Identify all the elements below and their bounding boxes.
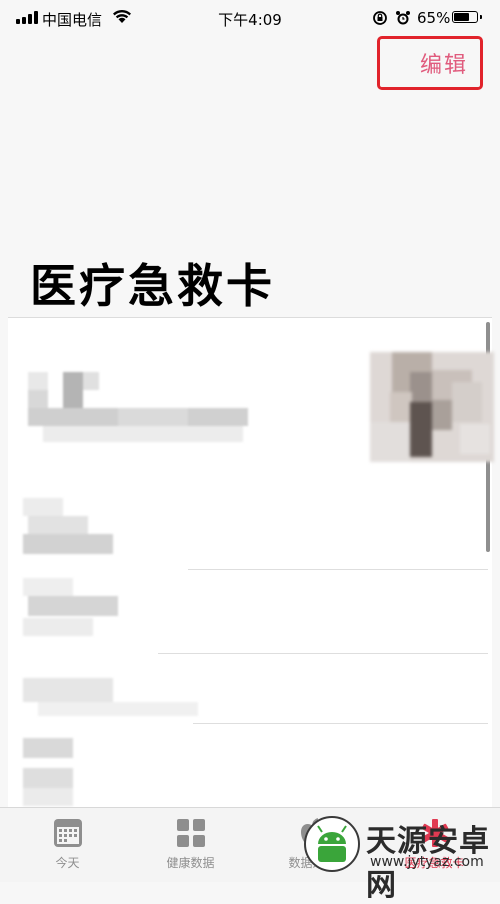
rotation-lock-icon xyxy=(373,11,387,25)
calendar-icon xyxy=(53,819,82,847)
alarm-icon xyxy=(396,11,410,25)
medical-id-card[interactable] xyxy=(8,317,494,808)
obscured-field xyxy=(18,498,198,568)
site-watermark: 天源安卓网 www.jytyaz.com xyxy=(300,810,500,903)
obscured-field xyxy=(18,668,198,728)
page-title: 医疗急救卡 xyxy=(30,259,275,313)
status-bar: 中国电信 下午4:09 65% xyxy=(0,0,500,36)
watermark-url: www.jytyaz.com xyxy=(370,854,484,870)
obscured-field xyxy=(18,733,118,808)
tab-label: 今天 xyxy=(55,856,80,870)
battery-percentage: 65% xyxy=(417,9,451,27)
android-logo-icon xyxy=(304,816,360,872)
avatar xyxy=(370,352,494,462)
tab-label: 健康数据 xyxy=(166,856,215,870)
battery-icon xyxy=(452,11,482,23)
tab-health-data[interactable]: 健康数据 xyxy=(128,808,253,882)
edit-button[interactable]: 编辑 xyxy=(377,36,483,90)
obscured-name xyxy=(18,368,258,448)
grid-icon xyxy=(176,819,205,847)
edit-button-label: 编辑 xyxy=(419,53,468,78)
tab-today[interactable]: 今天 xyxy=(5,808,130,882)
obscured-field xyxy=(18,578,198,648)
